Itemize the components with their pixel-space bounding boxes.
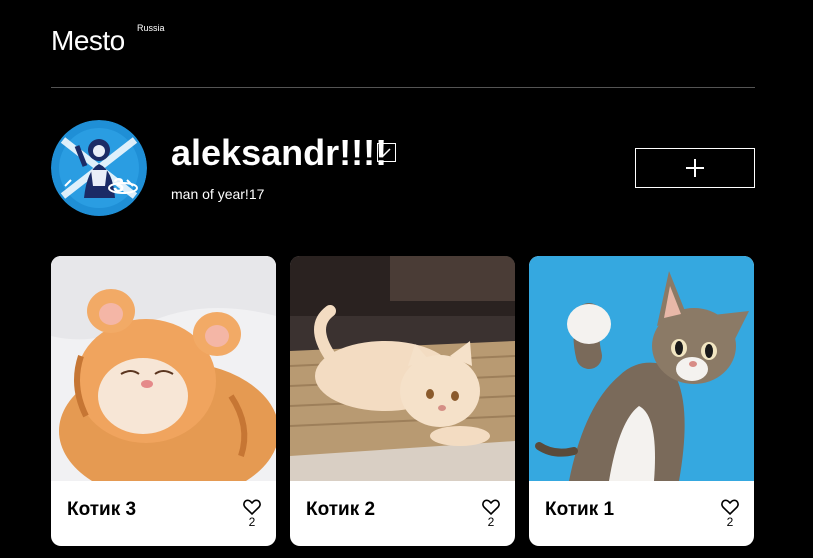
card-image[interactable] bbox=[529, 256, 754, 481]
header: Mesto Russia bbox=[51, 20, 755, 88]
heart-icon bbox=[482, 499, 500, 516]
edit-profile-button[interactable] bbox=[377, 143, 396, 162]
card-image[interactable] bbox=[290, 256, 515, 481]
like-button[interactable] bbox=[243, 499, 261, 516]
add-card-button[interactable] bbox=[635, 148, 755, 188]
like-count: 2 bbox=[726, 515, 734, 529]
like-button[interactable] bbox=[482, 499, 500, 516]
card-image[interactable] bbox=[51, 256, 276, 481]
avatar[interactable]: 3 bbox=[51, 120, 147, 216]
page: Mesto Russia 3 aleksandr!!!! man of year… bbox=[0, 0, 813, 558]
card-title: Котик 3 bbox=[67, 499, 137, 520]
heart-icon bbox=[243, 499, 261, 516]
card: Котик 3 2 bbox=[51, 256, 276, 546]
plus-icon bbox=[686, 159, 704, 177]
like-count: 2 bbox=[248, 515, 256, 529]
like-count: 2 bbox=[487, 515, 495, 529]
card: Котик 1 2 bbox=[529, 256, 754, 546]
cards-grid: Котик 3 2 Котик 2 2 Котик 1 2 bbox=[51, 256, 755, 558]
logo-subtitle: Russia bbox=[137, 23, 165, 33]
profile-about: man of year!17 bbox=[171, 186, 265, 202]
card-title: Котик 1 bbox=[545, 499, 615, 520]
heart-icon bbox=[721, 499, 739, 516]
zenit-hockey-logo-icon: 3 bbox=[51, 120, 147, 216]
logo: Mesto bbox=[51, 25, 125, 56]
card-title: Котик 2 bbox=[306, 499, 376, 520]
pencil-icon bbox=[381, 148, 391, 157]
like-button[interactable] bbox=[721, 499, 739, 516]
profile-name: aleksandr!!!! bbox=[171, 132, 388, 173]
card: Котик 2 2 bbox=[290, 256, 515, 546]
